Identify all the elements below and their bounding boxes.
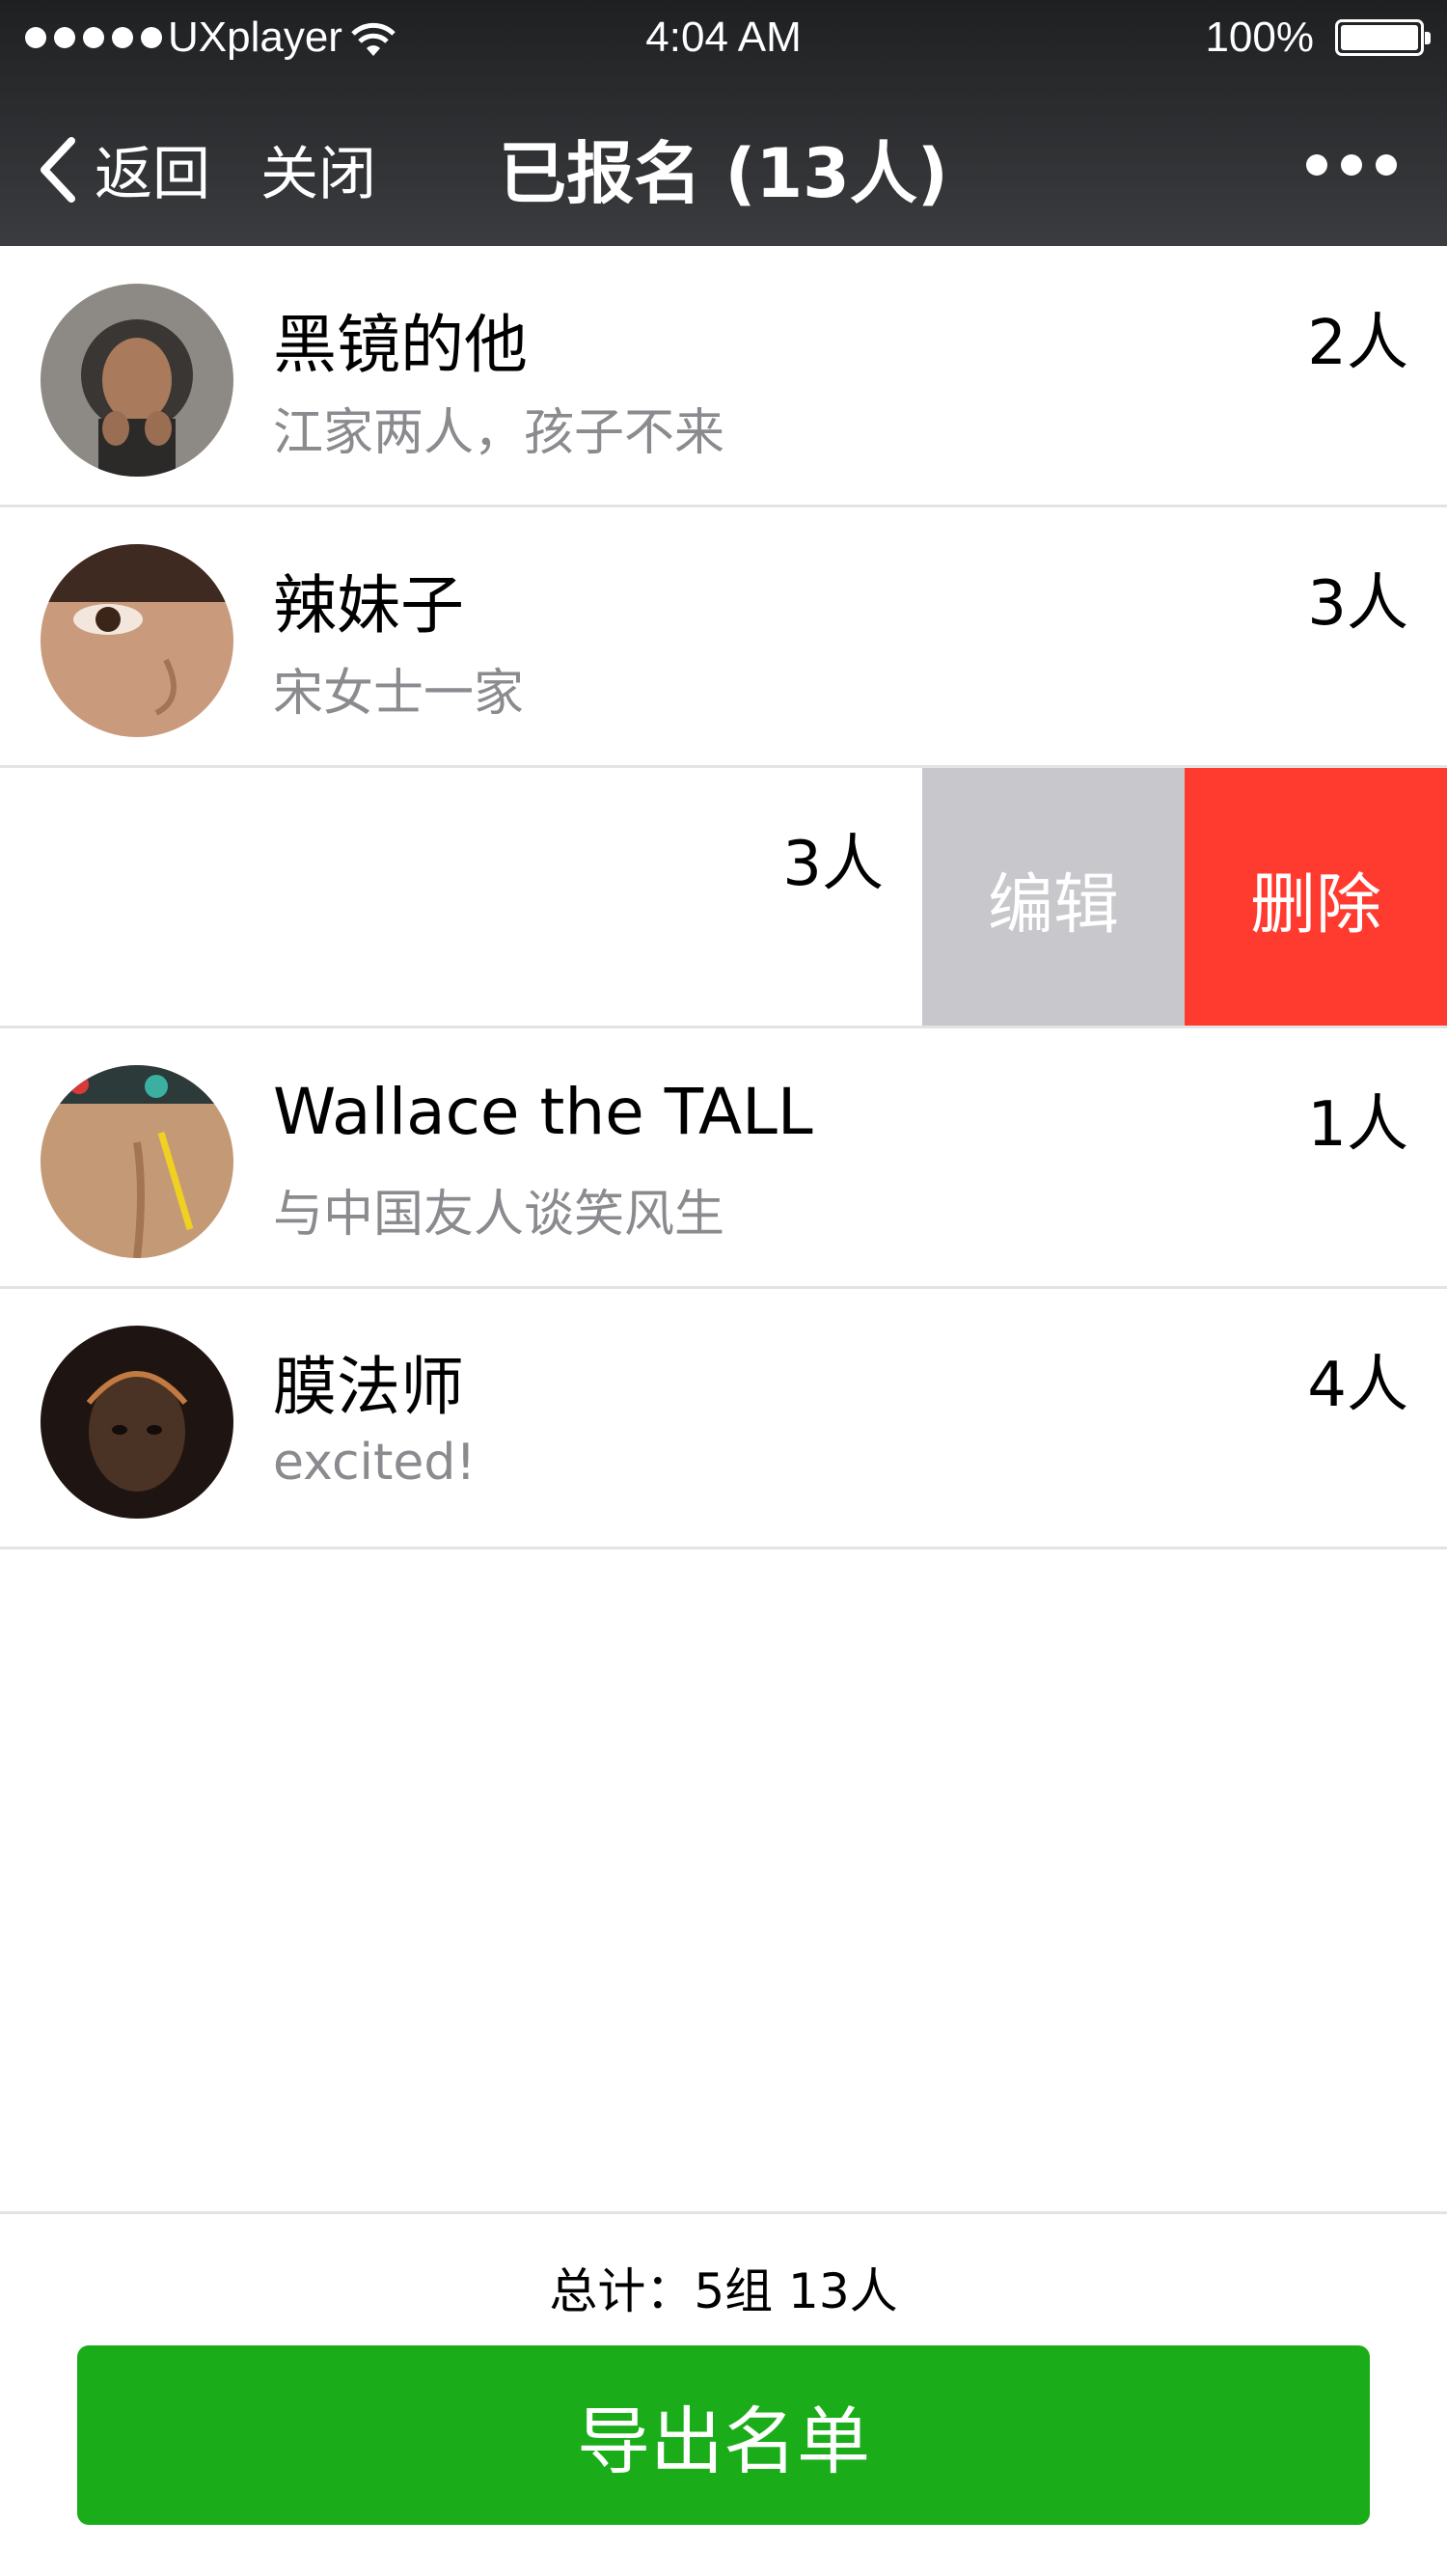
registrant-name: Wallace the TALL bbox=[273, 1075, 813, 1149]
registrant-name: 膜法师 bbox=[273, 1350, 464, 1424]
swiped-row-content[interactable]: 3人 bbox=[0, 768, 922, 1026]
list-item[interactable]: 膜法师 excited! 4人 bbox=[0, 1289, 1447, 1549]
registrant-note: excited! bbox=[273, 1434, 477, 1492]
registrant-list: 黑镜的他 江家两人，孩子不来 2人 辣妹子 宋女士一家 3人 3人 编辑 删除 bbox=[0, 247, 1447, 1549]
total-summary: 总计：5组 13人 bbox=[549, 2263, 898, 2319]
more-options-icon[interactable] bbox=[1306, 154, 1397, 176]
footer: 总计：5组 13人 导出名单 bbox=[0, 2216, 1447, 2576]
battery-icon bbox=[1335, 19, 1431, 56]
avatar bbox=[41, 284, 233, 477]
avatar bbox=[41, 1065, 233, 1258]
list-item-swiped[interactable]: 3人 编辑 删除 bbox=[0, 768, 1447, 1028]
avatar bbox=[41, 1326, 233, 1519]
status-bar: UXplayer 4:04 AM 100% bbox=[0, 0, 1447, 79]
list-item[interactable]: 辣妹子 宋女士一家 3人 bbox=[0, 507, 1447, 768]
registrant-name: 黑镜的他 bbox=[273, 308, 528, 382]
registrant-count: 2人 bbox=[1307, 308, 1408, 379]
registrant-name: 辣妹子 bbox=[273, 568, 464, 643]
registrant-count: 3人 bbox=[782, 829, 884, 900]
registrant-note: 宋女士一家 bbox=[273, 665, 525, 723]
list-item[interactable]: 黑镜的他 江家两人，孩子不来 2人 bbox=[0, 247, 1447, 507]
top-bar: UXplayer 4:04 AM 100% 返回 关闭 已报名 (13人) bbox=[0, 0, 1447, 246]
edit-button[interactable]: 编辑 bbox=[922, 768, 1185, 1026]
avatar bbox=[41, 544, 233, 737]
empty-list-area bbox=[0, 1558, 1447, 2214]
battery-percent: 100% bbox=[1205, 14, 1314, 61]
delete-button[interactable]: 删除 bbox=[1185, 768, 1447, 1026]
registrant-note: 江家两人，孩子不来 bbox=[273, 404, 725, 462]
nav-bar: 返回 关闭 已报名 (13人) bbox=[0, 106, 1447, 222]
list-item[interactable]: Wallace the TALL 与中国友人谈笑风生 1人 bbox=[0, 1028, 1447, 1289]
registrant-note: 与中国友人谈笑风生 bbox=[273, 1186, 725, 1244]
page-title: 已报名 (13人) bbox=[499, 134, 948, 213]
registrant-count: 3人 bbox=[1307, 568, 1408, 640]
registrant-count: 1人 bbox=[1307, 1089, 1408, 1161]
export-list-button[interactable]: 导出名单 bbox=[77, 2345, 1370, 2525]
registrant-count: 4人 bbox=[1307, 1350, 1408, 1421]
